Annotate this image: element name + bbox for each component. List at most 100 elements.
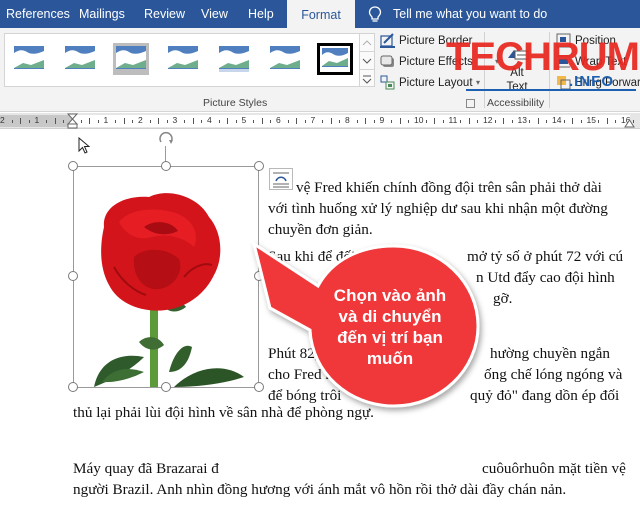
ruler-tick xyxy=(598,120,600,123)
ruler-number: 1 xyxy=(103,115,109,125)
picture-style-1[interactable] xyxy=(11,43,47,75)
ruler-tick xyxy=(227,118,229,124)
ruler-tick xyxy=(253,120,255,123)
ruler-tick xyxy=(330,118,332,124)
ruler-tick xyxy=(580,120,582,123)
tab-references[interactable]: References xyxy=(6,0,70,28)
picture-style-6[interactable] xyxy=(267,43,303,75)
picture-style-4[interactable] xyxy=(165,43,201,75)
tab-mailings[interactable]: Mailings xyxy=(79,0,125,28)
paragraph-2-line-3b: gỡ. xyxy=(493,290,513,307)
position-icon xyxy=(556,33,571,48)
ruler-tick xyxy=(399,118,401,124)
ruler-tick xyxy=(123,118,125,124)
selected-picture[interactable] xyxy=(68,161,264,392)
picture-style-5[interactable] xyxy=(216,43,252,75)
ruler-number: 6 xyxy=(276,115,281,125)
callout-line-2: và di chuyển xyxy=(338,307,442,326)
bring-forward-label: Bring Forward xyxy=(575,77,640,89)
ruler-tick xyxy=(287,120,289,123)
picture-style-2[interactable] xyxy=(62,43,98,75)
more-chevron-icon xyxy=(362,75,372,84)
paragraph-4-line-2: người Brazil. Anh nhìn đồng hương với án… xyxy=(73,481,567,498)
ruler-tick xyxy=(20,118,22,124)
paragraph-1-line-3: chuyền đơn giản. xyxy=(268,221,373,238)
resize-handle-bottom-right[interactable] xyxy=(254,382,264,392)
chevron-up-icon xyxy=(362,39,372,45)
tab-view[interactable]: View xyxy=(201,0,228,28)
ruler-tick xyxy=(356,120,358,123)
picture-styles-dialog-launcher[interactable] xyxy=(466,99,475,108)
ruler-number: 14 xyxy=(552,115,562,125)
ruler-tick xyxy=(511,120,513,123)
resize-handle-top-right[interactable] xyxy=(254,161,264,171)
alt-text-label: Alt Text xyxy=(496,66,538,94)
ruler-number: 12 xyxy=(483,115,493,125)
paragraph-2-line-1a: Sau khi để đối xyxy=(268,248,356,265)
picture-styles-group-label: Picture Styles xyxy=(203,97,268,109)
group-separator xyxy=(484,32,485,108)
paragraph-3-line-2b: ống chế lóng ngóng và xyxy=(484,366,623,383)
ruler-number: 11 xyxy=(448,115,458,125)
resize-handle-bottom-left[interactable] xyxy=(68,382,78,392)
bring-forward-icon xyxy=(557,76,571,90)
ruler-tick xyxy=(166,120,168,123)
ruler-tick xyxy=(434,118,436,124)
ruler-tick xyxy=(503,118,505,124)
resize-handle-top-left[interactable] xyxy=(68,161,78,171)
ruler-tick xyxy=(615,120,617,123)
tab-help[interactable]: Help xyxy=(248,0,274,28)
ruler-number: 4 xyxy=(207,115,212,125)
ruler-tick xyxy=(477,120,479,123)
resize-handle-right[interactable] xyxy=(254,271,264,281)
resize-handle-bottom[interactable] xyxy=(161,382,171,392)
paragraph-3-line-4: thủ lại phải lùi đội hình về sân nhà để … xyxy=(73,404,374,421)
ruler-number: 9 xyxy=(379,115,385,125)
picture-layout-icon xyxy=(380,75,395,90)
tab-review[interactable]: Review xyxy=(144,0,185,28)
resize-handle-left[interactable] xyxy=(68,271,78,281)
wrap-text-label: Wrap Text xyxy=(575,56,627,68)
rose-image xyxy=(94,193,244,389)
ruler-number: 15 xyxy=(586,115,596,125)
ribbon-tab-bar: References Mailings Review View Help For… xyxy=(0,0,640,28)
indent-marker-icon[interactable] xyxy=(67,113,78,129)
ruler-tick xyxy=(339,120,341,123)
gallery-scrollbar[interactable] xyxy=(359,33,375,87)
gallery-scroll-down-button[interactable] xyxy=(360,52,374,70)
paragraph-3-line-3b: quỷ đỏ" đang dồn ép đối xyxy=(470,387,620,404)
alt-text-button[interactable]: Alt Text xyxy=(496,30,538,94)
horizontal-ruler[interactable]: 2 1 1 2 3 4 5 6 7 8 9 10 11 12 13 14 15 16 xyxy=(0,113,640,129)
alt-text-line2: Text xyxy=(506,81,528,93)
chevron-down-icon xyxy=(362,58,372,64)
paragraph-4-line-1b: cuôuôrhuôn mặt tiền vệ xyxy=(482,460,626,477)
tab-format[interactable]: Format xyxy=(287,0,355,28)
dropdown-arrow-icon: ▾ xyxy=(476,78,481,87)
alt-text-line1: Alt xyxy=(510,67,524,79)
ruler-number: 7 xyxy=(310,115,316,125)
ruler-tick xyxy=(192,118,194,124)
paragraph-2-line-3a: tấn công xyxy=(268,290,320,307)
ruler-tick xyxy=(80,120,82,123)
ruler-tick xyxy=(442,120,444,123)
picture-border-icon xyxy=(380,33,395,48)
ruler-tick xyxy=(391,120,393,123)
rotate-handle-icon[interactable] xyxy=(157,130,175,146)
lightbulb-icon xyxy=(368,6,382,22)
gallery-scroll-up-button[interactable] xyxy=(360,34,374,52)
gallery-more-button[interactable] xyxy=(360,70,374,88)
resize-handle-top[interactable] xyxy=(161,161,171,171)
ruler-tick xyxy=(563,120,565,123)
paragraph-1-line-1: vệ Fred khiến chính đồng đội trên sân ph… xyxy=(296,179,602,196)
callout-line-4: muốn xyxy=(366,349,414,368)
ruler-number: 13 xyxy=(517,115,527,125)
ruler-tick xyxy=(63,120,65,123)
ruler-tick xyxy=(218,120,220,123)
layout-options-button[interactable] xyxy=(269,168,293,190)
ruler-tick xyxy=(54,118,56,124)
position-label: Position xyxy=(575,35,616,47)
ruler-tick xyxy=(270,120,272,123)
right-indent-marker-icon[interactable] xyxy=(624,118,635,128)
picture-style-3[interactable] xyxy=(113,43,149,75)
picture-style-7[interactable] xyxy=(317,43,353,75)
